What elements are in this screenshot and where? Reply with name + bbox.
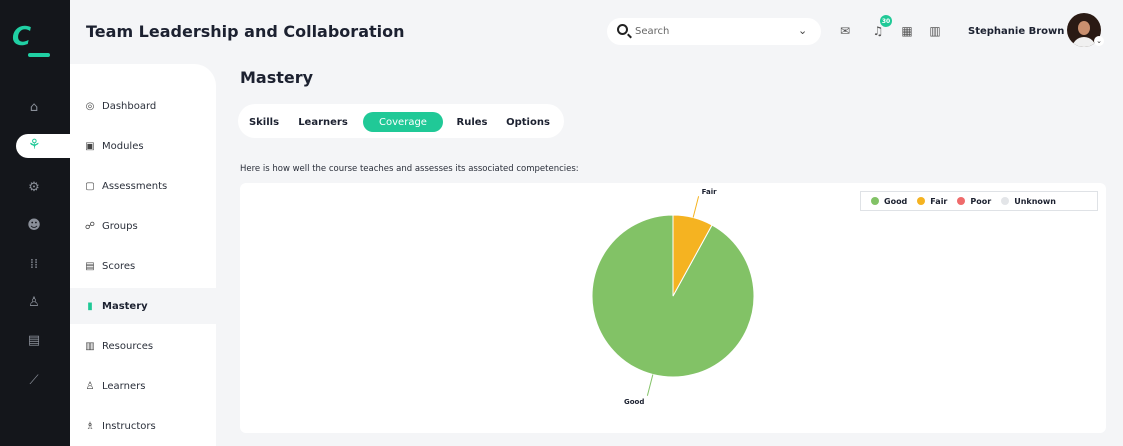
sidebar-item-resources[interactable]: ▥ Resources [70,328,216,364]
sidebar-item-dashboard[interactable]: ◎ Dashboard [70,88,216,124]
tab-bar: Skills Learners Coverage Rules Options [238,104,564,138]
library-icon[interactable]: ▤ [24,330,44,350]
trash-icon[interactable]: ▥ [927,23,943,39]
app-title: Team Leadership and Collaboration [86,22,405,41]
sidebar-item-label: Dashboard [102,100,157,112]
mail-icon[interactable]: ✉ [837,23,853,39]
assessments-icon: ▢ [85,180,95,192]
coverage-description: Here is how well the course teaches and … [240,164,579,174]
sidebar-item-label: Learners [102,380,146,392]
legend-swatch [1001,197,1010,205]
legend-item-poor[interactable]: Poor [957,197,991,206]
hierarchy-icon[interactable]: ⚘ [28,137,41,153]
rail-active-tab [16,134,78,158]
resources-icon: ▥ [85,340,95,352]
sidebar-item-groups[interactable]: ☍ Groups [70,208,216,244]
instructors-icon: ♗ [85,420,95,432]
tab-rules[interactable]: Rules [452,112,492,132]
notification-badge: 30 [880,15,892,27]
pie-label-fair: Fair [702,188,717,196]
legend-swatch [871,197,879,205]
sidebar-item-instructors[interactable]: ♗ Instructors [70,408,216,444]
legend-label: Unknown [1014,196,1056,206]
sidebar: ◎ Dashboard ▣ Modules ▢ Assessments ☍ Gr… [70,64,216,446]
legend-label: Fair [930,196,948,206]
tab-learners[interactable]: Learners [294,112,352,132]
analytics-icon[interactable]: ⟋ [24,370,44,390]
sidebar-item-scores[interactable]: ▤ Scores [70,248,216,284]
sidebar-item-modules[interactable]: ▣ Modules [70,128,216,164]
legend-item-fair[interactable]: Fair [917,197,947,206]
search-bar[interactable]: ⌄ [607,18,821,45]
brand-logo[interactable]: C [12,22,56,58]
coverage-chart-card: Good Fair [240,183,1106,433]
dashboard-icon: ◎ [85,100,95,112]
settings-icon[interactable]: ⚙ [24,177,44,197]
sidebar-item-mastery[interactable]: ▮ Mastery [70,288,216,324]
pie-label-good: Good [624,398,644,406]
chart-legend: Good Fair Poor Unknown [860,191,1098,211]
modules-icon: ▣ [85,140,95,152]
sidebar-item-label: Mastery [102,300,148,312]
page-title: Mastery [240,68,314,87]
sidebar-item-label: Assessments [102,180,168,192]
sidebar-item-label: Resources [102,340,154,352]
person-icon[interactable]: ♙ [24,292,44,312]
sidebar-item-label: Instructors [102,420,156,432]
tab-coverage[interactable]: Coverage [363,112,443,132]
scores-icon: ▤ [85,260,95,272]
pie-leader-line-fair [692,196,700,218]
sidebar-item-label: Scores [102,260,136,272]
tab-skills[interactable]: Skills [246,112,282,132]
avatar-chevron-icon[interactable]: ⌄ [1094,36,1104,46]
coverage-pie-chart: Good Fair [591,188,755,406]
sidebar-item-label: Groups [102,220,138,232]
legend-swatch [917,197,926,205]
legend-item-good[interactable]: Good [871,197,907,206]
sidebar-item-assessments[interactable]: ▢ Assessments [70,168,216,204]
legend-label: Good [884,196,908,206]
search-icon [617,24,628,35]
home-icon[interactable]: ⌂ [24,97,44,117]
user-name[interactable]: Stephanie Brown [968,26,1064,37]
legend-item-unknown[interactable]: Unknown [1001,197,1056,206]
grid-icon[interactable]: ⁞⁞ [24,254,44,274]
chevron-down-icon[interactable]: ⌄ [798,24,807,37]
tab-options[interactable]: Options [502,112,554,132]
sidebar-item-learners[interactable]: ♙ Learners [70,368,216,404]
groups-icon: ☍ [84,220,96,232]
users-icon[interactable]: ☻ [24,215,44,235]
icon-rail: C ⌂ ⚘ ⚙ ☻ ⁞⁞ ♙ ▤ ⟋ [0,0,78,446]
mastery-icon: ▮ [87,300,93,312]
legend-label: Poor [970,196,992,206]
legend-swatch [957,197,966,205]
learners-icon: ♙ [85,380,95,392]
pie-leader-line-good [646,374,654,396]
sidebar-item-label: Modules [102,140,144,152]
search-input[interactable] [635,22,785,41]
calendar-icon[interactable]: ▦ [899,23,915,39]
